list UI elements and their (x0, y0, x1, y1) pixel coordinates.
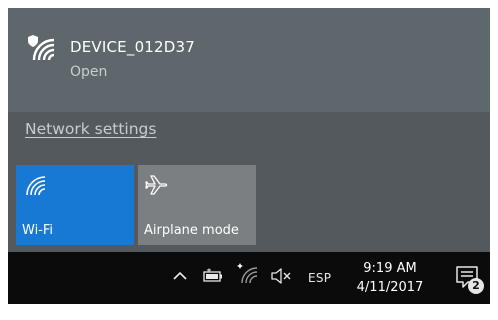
wifi-toggle-tile[interactable]: Wi-Fi (16, 165, 134, 245)
clock-time: 9:19 AM (363, 261, 417, 276)
clock-date: 4/11/2017 (356, 280, 424, 295)
taskbar: ESP 9:19 AM 4/11/2017 2 (8, 252, 490, 304)
input-language-indicator[interactable]: ESP (308, 271, 331, 285)
battery-icon[interactable] (202, 268, 224, 284)
network-status: Open (70, 64, 108, 80)
wifi-icon (26, 176, 46, 196)
volume-muted-icon[interactable] (270, 267, 292, 285)
wifi-secure-icon (28, 35, 55, 61)
network-ssid: DEVICE_012D37 (70, 38, 196, 56)
wifi-icon[interactable] (236, 262, 258, 284)
clock[interactable]: 9:19 AM 4/11/2017 (350, 259, 430, 297)
airplane-icon (145, 175, 168, 195)
network-list-item[interactable]: DEVICE_012D37 Open (8, 8, 490, 112)
airplane-tile-label: Airplane mode (144, 223, 239, 238)
notification-count-badge: 2 (468, 278, 484, 294)
network-flyout: DEVICE_012D37 Open Network settings Wi-F… (8, 8, 490, 252)
wifi-tile-label: Wi-Fi (22, 223, 54, 238)
airplane-mode-tile[interactable]: Airplane mode (138, 165, 256, 245)
network-settings-link[interactable]: Network settings (25, 120, 156, 138)
action-center-button[interactable]: 2 (454, 264, 484, 294)
chevron-up-icon[interactable] (172, 268, 188, 284)
